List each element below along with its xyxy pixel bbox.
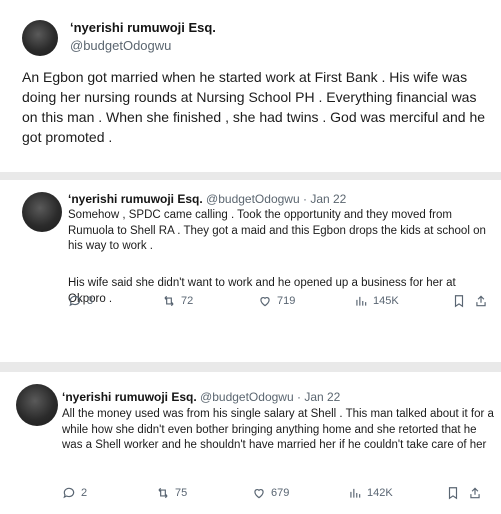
- avatar[interactable]: [22, 192, 62, 232]
- avatar[interactable]: [16, 384, 58, 426]
- retweet-count: 72: [181, 295, 194, 307]
- tweet-date[interactable]: · Jan 22: [303, 192, 346, 206]
- bookmark-icon: [452, 294, 466, 308]
- like-button[interactable]: 679: [252, 486, 289, 500]
- tweet-header: ʻnyerishi rumuwoji Esq. @budgetOdogwu · …: [68, 192, 346, 206]
- share-icon: [474, 294, 488, 308]
- tweet-date[interactable]: · Jan 22: [297, 390, 340, 404]
- author-name[interactable]: ʻnyerishi rumuwoji Esq.: [70, 20, 216, 35]
- like-count: 679: [271, 487, 290, 499]
- retweet-button[interactable]: 75: [156, 486, 187, 500]
- reply-icon: [62, 486, 76, 500]
- author-handle[interactable]: @budgetOdogwu: [206, 192, 300, 206]
- tweet-text: All the money used was from his single s…: [62, 408, 494, 452]
- like-icon: [258, 294, 272, 308]
- tweet-actions: 2 75 679 142K: [62, 484, 494, 502]
- author-name[interactable]: ʻnyerishi rumuwoji Esq.: [62, 390, 197, 404]
- avatar[interactable]: [22, 20, 58, 56]
- tweet-text: An Egbon got married when he started wor…: [22, 69, 486, 145]
- view-count: 145K: [373, 295, 399, 307]
- bookmark-button[interactable]: [446, 486, 460, 500]
- like-button[interactable]: 719: [258, 294, 295, 308]
- retweet-count: 75: [175, 487, 188, 499]
- tweet-card-2[interactable]: ʻnyerishi rumuwoji Esq. @budgetOdogwu · …: [0, 180, 501, 362]
- like-count: 719: [277, 295, 296, 307]
- bookmark-button[interactable]: [452, 294, 466, 308]
- retweet-icon: [156, 486, 170, 500]
- bookmark-icon: [446, 486, 460, 500]
- reply-count: 2: [81, 487, 88, 499]
- reply-button[interactable]: 3: [68, 294, 93, 308]
- tweet-text: Somehow , SPDC came calling . Took the o…: [68, 209, 486, 253]
- tweet-card-1[interactable]: ʻnyerishi rumuwoji Esq. @budgetOdogwu An…: [0, 0, 501, 172]
- like-icon: [252, 486, 266, 500]
- tweet-header: ʻnyerishi rumuwoji Esq. @budgetOdogwu · …: [62, 390, 340, 404]
- tweet-card-3[interactable]: ʻnyerishi rumuwoji Esq. @budgetOdogwu · …: [0, 372, 501, 514]
- author-handle[interactable]: @budgetOdogwu: [70, 38, 171, 53]
- views-icon: [348, 486, 362, 500]
- views-button[interactable]: 145K: [354, 294, 399, 308]
- retweet-button[interactable]: 72: [162, 294, 193, 308]
- views-icon: [354, 294, 368, 308]
- author-handle[interactable]: @budgetOdogwu: [200, 390, 294, 404]
- share-button[interactable]: [468, 486, 482, 500]
- share-icon: [468, 486, 482, 500]
- share-button[interactable]: [474, 294, 488, 308]
- tweet-actions: 3 72 719 145K: [68, 292, 488, 310]
- reply-count: 3: [87, 295, 94, 307]
- retweet-icon: [162, 294, 176, 308]
- views-button[interactable]: 142K: [348, 486, 393, 500]
- author-name[interactable]: ʻnyerishi rumuwoji Esq.: [68, 192, 203, 206]
- reply-button[interactable]: 2: [62, 486, 87, 500]
- view-count: 142K: [367, 487, 393, 499]
- reply-icon: [68, 294, 82, 308]
